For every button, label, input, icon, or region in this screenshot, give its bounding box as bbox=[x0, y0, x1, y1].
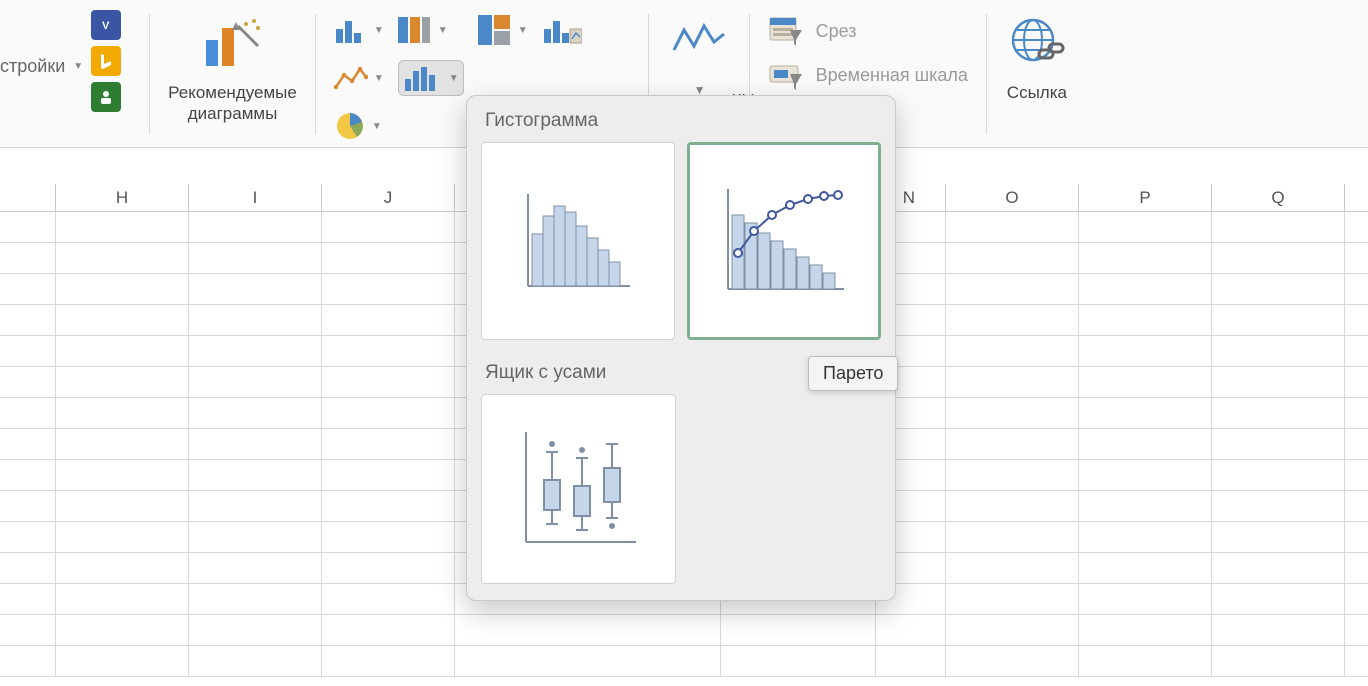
histogram-icon bbox=[403, 63, 443, 93]
recommended-charts-group: Рекомендуемые диаграммы bbox=[150, 0, 315, 147]
bar-chart-icon bbox=[398, 15, 432, 45]
pareto-thumb-icon bbox=[714, 181, 854, 301]
col-header-o[interactable]: O bbox=[946, 184, 1079, 211]
timeline-icon bbox=[768, 60, 802, 90]
histogram-section-title: Гистограмма bbox=[467, 96, 895, 142]
link-group: Ссылка bbox=[987, 0, 1087, 147]
visio-icon[interactable]: V bbox=[91, 10, 121, 40]
col-header[interactable] bbox=[0, 184, 56, 211]
sparklines-button[interactable]: ▼ bbox=[667, 6, 731, 102]
column-chart-button[interactable]: ▼ bbox=[334, 12, 384, 48]
box-whisker-option[interactable] bbox=[481, 394, 676, 584]
column-chart-icon bbox=[334, 15, 368, 45]
sparkline-icon bbox=[670, 20, 728, 64]
combo-chart-button[interactable] bbox=[542, 12, 582, 48]
col-header-j[interactable]: J bbox=[322, 184, 455, 211]
box-whisker-thumb-icon bbox=[514, 424, 644, 554]
line-chart-icon bbox=[334, 65, 368, 91]
link-button[interactable]: Ссылка bbox=[1005, 6, 1069, 103]
pie-chart-button[interactable]: ▼ bbox=[334, 108, 384, 144]
pareto-tooltip: Парето bbox=[808, 356, 898, 391]
globe-link-icon bbox=[1009, 16, 1065, 68]
line-chart-button[interactable]: ▼ bbox=[334, 60, 384, 96]
col-header-q[interactable]: Q bbox=[1212, 184, 1345, 211]
histogram-chart-option[interactable] bbox=[481, 142, 675, 340]
col-header-i[interactable]: I bbox=[189, 184, 322, 211]
recommended-charts-button[interactable]: Рекомендуемые диаграммы bbox=[168, 6, 297, 125]
treemap-icon bbox=[478, 15, 512, 45]
bing-icon[interactable] bbox=[91, 46, 121, 76]
timeline-button[interactable]: Временная шкала bbox=[768, 60, 968, 90]
svg-text:V: V bbox=[102, 20, 110, 32]
histogram-thumb-icon bbox=[518, 186, 638, 296]
addins-dropdown[interactable]: стройки▼ bbox=[0, 56, 83, 77]
pie-chart-icon bbox=[334, 110, 366, 142]
addins-group: стройки▼ V bbox=[0, 0, 149, 147]
statistic-chart-button[interactable]: ▼ bbox=[398, 60, 464, 96]
col-header-p[interactable]: P bbox=[1079, 184, 1212, 211]
people-graph-icon[interactable] bbox=[91, 82, 121, 112]
bar-chart-button[interactable]: ▼ bbox=[398, 12, 464, 48]
col-header-h[interactable]: H bbox=[56, 184, 189, 211]
pareto-chart-option[interactable] bbox=[687, 142, 881, 340]
slicer-icon bbox=[768, 16, 802, 46]
hierarchy-chart-button[interactable]: ▼ bbox=[478, 12, 528, 48]
combo-chart-icon bbox=[542, 15, 582, 45]
slicer-button[interactable]: Срез bbox=[768, 16, 968, 46]
chart-type-popup: Гистограмма bbox=[466, 95, 896, 601]
